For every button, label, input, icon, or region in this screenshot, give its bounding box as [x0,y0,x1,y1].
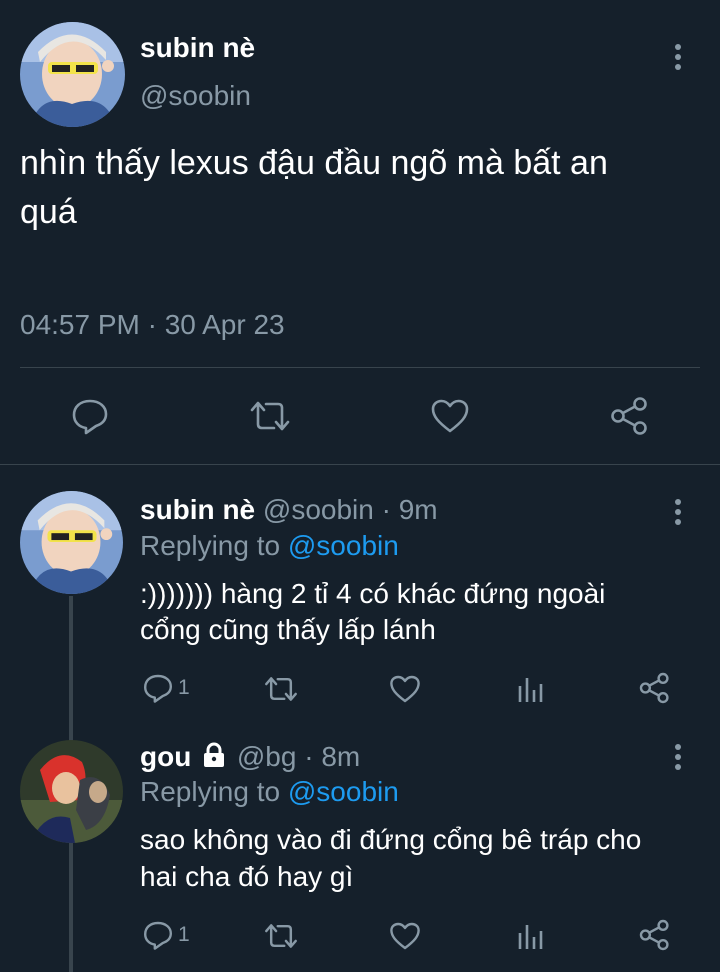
mention-link[interactable]: @soobin [288,776,399,807]
analytics-icon[interactable] [517,921,545,951]
section-divider [0,464,720,465]
reply-icon[interactable] [142,919,174,951]
handle[interactable]: @bg [237,741,297,772]
reply-count: 1 [178,923,190,946]
reply-icon[interactable] [142,672,174,704]
divider [20,367,700,368]
relative-time[interactable]: · 8m [304,741,360,772]
more-icon[interactable] [668,497,688,527]
replying-to: Replying to @soobin [140,776,399,808]
like-icon[interactable] [389,674,421,704]
like-icon[interactable] [430,398,470,434]
reply-text-line-1: sao không vào đi đứng cổng bê tráp cho [140,824,642,855]
avatar[interactable] [20,740,123,843]
replying-to: Replying to @soobin [140,530,399,562]
analytics-icon[interactable] [517,674,545,704]
share-icon[interactable] [639,919,671,951]
more-icon[interactable] [668,742,688,772]
display-name[interactable]: gou [140,741,191,772]
relative-time[interactable]: · 9m [382,494,438,525]
reply-text-line-2: cổng cũng thấy lấp lánh [140,614,436,645]
share-icon[interactable] [610,396,650,436]
retweet-icon[interactable] [263,921,299,951]
reply-header: subin nè @soobin · 9m [140,494,438,526]
lock-icon [201,742,227,768]
replying-prefix: Replying to [140,776,281,807]
handle[interactable]: @soobin [263,494,374,525]
replying-prefix: Replying to [140,530,281,561]
handle[interactable]: @soobin [140,80,251,112]
tweet-text-line-1: nhìn thấy lexus đậu đầu ngõ mà bất an [20,144,608,182]
retweet-icon[interactable] [263,674,299,704]
like-icon[interactable] [389,921,421,951]
display-name[interactable]: subin nè [140,494,255,525]
retweet-icon[interactable] [248,398,292,434]
share-icon[interactable] [639,672,671,704]
reply-text-line-1: :))))))) hàng 2 tỉ 4 có khác đứng ngoài [140,578,606,609]
avatar[interactable] [20,22,125,127]
tweet-text-line-2: quá [20,193,77,231]
mention-link[interactable]: @soobin [288,530,399,561]
reply-icon[interactable] [70,396,110,436]
avatar[interactable] [20,491,123,594]
more-icon[interactable] [668,42,688,72]
reply-count: 1 [178,676,190,699]
timestamp[interactable]: 04:57 PM · 30 Apr 23 [20,309,285,341]
reply-header: gou @bg · 8m [140,741,360,773]
display-name[interactable]: subin nè [140,32,255,64]
reply-text-line-2: hai cha đó hay gì [140,861,354,892]
